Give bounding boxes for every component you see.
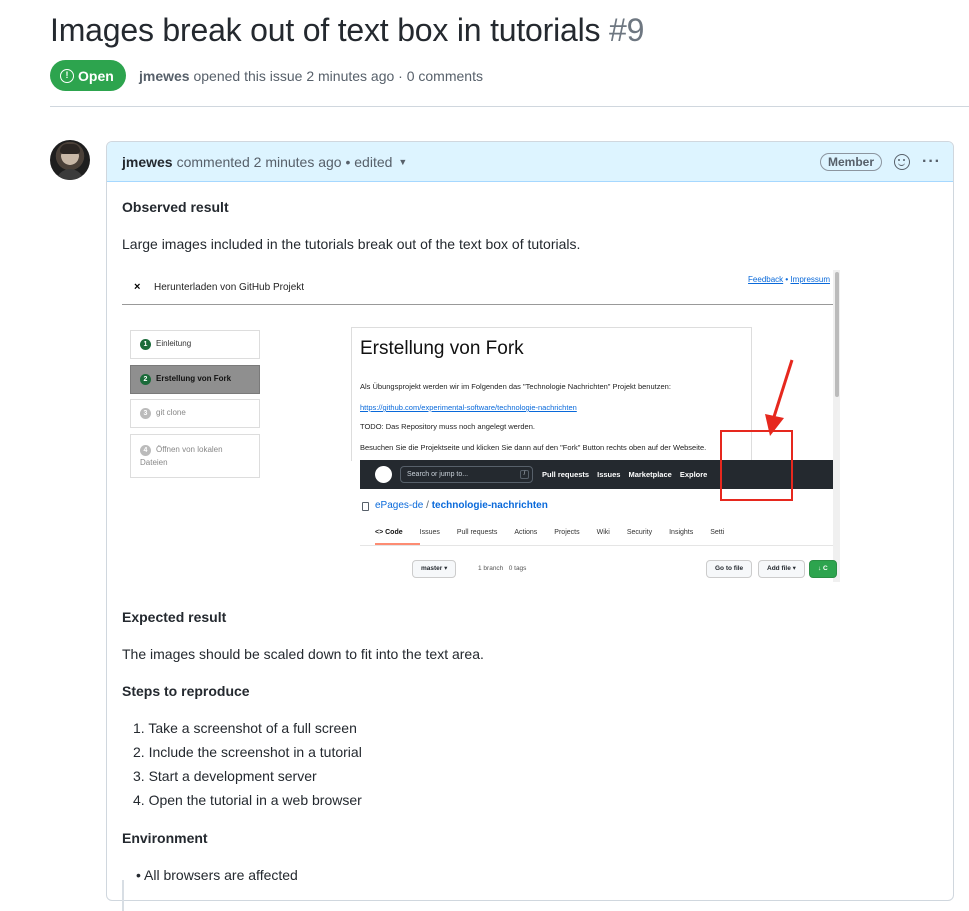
list-item: 1. Take a screenshot of a full screen [133, 720, 357, 736]
shot-step-1: 1 Einleitung [130, 330, 260, 359]
header-divider [50, 106, 969, 107]
shot-goto-file-button: Go to file [706, 560, 753, 578]
shot-repo-tabs: <> Code Issues Pull requests Actions Project… [375, 529, 725, 536]
shot-code-button: ↓ C [809, 560, 837, 578]
comment-edited[interactable]: • edited [345, 154, 392, 170]
issue-meta-text: opened this issue 2 minutes ago · 0 comm… [193, 68, 483, 84]
observed-heading: Observed result [122, 199, 229, 215]
kebab-menu-icon[interactable]: ··· [922, 153, 941, 171]
list-item: 4. Open the tutorial in a web browser [133, 792, 362, 808]
embedded-screenshot: × Herunterladen von GitHub Projekt Feedb… [122, 270, 840, 582]
shot-heading: Erstellung von Fork [360, 338, 524, 359]
avatar[interactable] [50, 140, 90, 180]
shot-step-2: 2 Erstellung von Fork [130, 365, 260, 394]
smiley-icon[interactable] [894, 153, 911, 170]
timeline-line [122, 880, 124, 911]
list-item: • All browsers are affected [136, 867, 298, 883]
comment-author-link[interactable]: jmewes [122, 154, 173, 170]
comment-time[interactable]: 2 minutes ago [254, 154, 342, 170]
shot-tabs-divider [360, 545, 833, 546]
comment-header: jmewes commented 2 minutes ago • edited … [107, 142, 953, 182]
annotation-box [720, 430, 793, 501]
shot-impressum-link: Impressum [790, 275, 830, 284]
shot-divider [122, 304, 833, 305]
github-logo-icon [375, 466, 392, 483]
shot-branch-button: master ▾ [412, 560, 457, 578]
issue-title-text: Images break out of text box in tutorial… [50, 12, 601, 48]
repo-icon [362, 502, 369, 511]
shot-page-title: Herunterladen von GitHub Projekt [154, 282, 305, 293]
expected-heading: Expected result [122, 609, 227, 625]
issue-title: Images break out of text box in tutorial… [50, 12, 644, 49]
shot-add-file-button: Add file ▾ [758, 560, 805, 578]
steps-heading: Steps to reproduce [122, 683, 250, 699]
shot-step-4: 4 Öffnen von lokalen Dateien [130, 434, 260, 478]
issue-number: #9 [609, 12, 645, 48]
shot-scrollbar [833, 270, 840, 582]
member-badge: Member [820, 152, 883, 171]
issue-open-icon: ! [60, 68, 74, 83]
shot-step-3: 3 git clone [130, 399, 260, 428]
steps-list: 1. Take a screenshot of a full screen 2.… [133, 718, 362, 814]
issue-meta: jmewes opened this issue 2 minutes ago ·… [139, 68, 483, 84]
annotation-arrow-icon [765, 359, 794, 436]
shot-feedback-link: Feedback [748, 275, 784, 284]
expected-text: The images should be scaled down to fit … [122, 646, 484, 662]
list-item: 2. Include the screenshot in a tutorial [133, 744, 362, 760]
shot-links: Feedback • Impressum [748, 275, 830, 284]
shot-line-3: Besuchen Sie die Projektseite und klicke… [360, 443, 707, 452]
shot-branch-info: 1 branch 0 tags [478, 565, 527, 572]
status-badge: ! Open [50, 60, 126, 91]
status-label: Open [78, 67, 114, 84]
chevron-down-icon[interactable]: ▼ [398, 157, 407, 167]
shot-github-nav: Pull requests Issues Marketplace Explore [542, 470, 708, 479]
close-icon: × [134, 281, 141, 293]
environment-heading: Environment [122, 830, 208, 846]
shot-repo-link: https://github.com/experimental-software… [360, 403, 577, 412]
environment-list: • All browsers are affected [136, 865, 298, 889]
shot-repo-title: ePages-de / technologie-nachrichten [375, 500, 548, 511]
list-item: 3. Start a development server [133, 768, 317, 784]
shot-search: Search or jump to... / [400, 466, 533, 483]
issue-author-link[interactable]: jmewes [139, 68, 190, 84]
comment-action: commented [176, 153, 250, 170]
shot-line-2: TODO: Das Repository muss noch angelegt … [360, 422, 535, 431]
observed-text: Large images included in the tutorials b… [122, 236, 581, 252]
shot-line-1: Als Übungsprojekt werden wir im Folgende… [360, 382, 671, 391]
